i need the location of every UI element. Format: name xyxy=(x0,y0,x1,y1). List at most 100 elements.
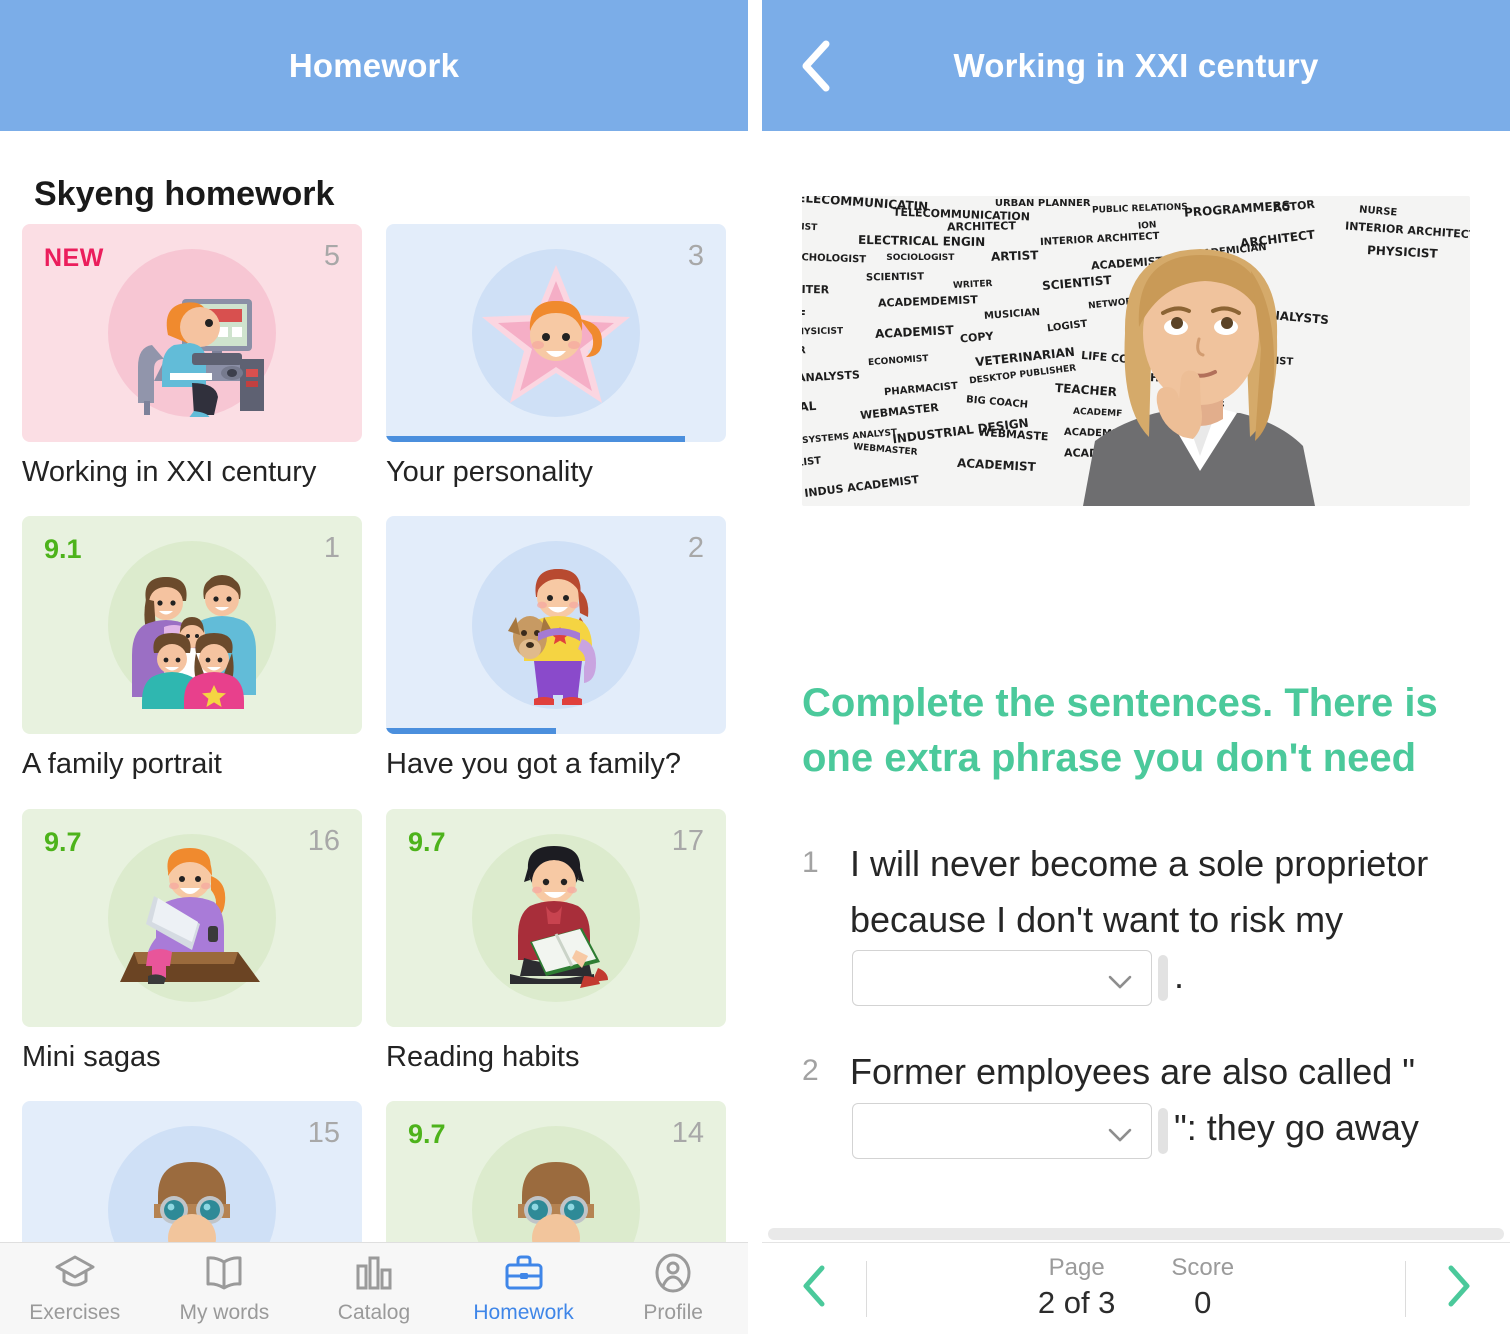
homework-card-grid: NEW 5 Working in XXI century 3 Your persona… xyxy=(0,224,748,1242)
whiteboard-word: WEBMASTER xyxy=(852,442,919,458)
score-badge: 9.7 xyxy=(408,826,446,857)
lesson-image: INDUS ACADEMISTVETERSCERSCOPY WRITERSACA… xyxy=(802,196,1470,506)
whiteboard-word: ANALYSTS xyxy=(802,368,861,386)
question-list: 1 I will never become a sole proprietor b… xyxy=(802,836,1470,1159)
homework-card-illustration xyxy=(472,249,640,417)
card-progress-bar xyxy=(386,436,726,442)
question-number: 2 xyxy=(802,1054,819,1088)
whiteboard-word: NURSE xyxy=(1358,204,1398,219)
whiteboard-word: PHYSICIST xyxy=(1366,243,1439,261)
tab-label: Homework xyxy=(473,1301,574,1324)
card-index-label: 1 xyxy=(323,532,340,565)
page-label: Page xyxy=(1048,1254,1105,1282)
whiteboard-word: WRITER xyxy=(952,279,993,292)
score-value: 0 xyxy=(1194,1285,1212,1321)
whiteboard-word: ACADEMDEMIST xyxy=(877,293,978,310)
whiteboard-word: ACADEMIST xyxy=(874,322,955,341)
homework-card-title: A family portrait xyxy=(22,748,222,781)
homework-card-thumb[interactable]: 2 xyxy=(386,516,726,735)
page-value: 2 of 3 xyxy=(1037,1285,1116,1321)
horizontal-scrollbar[interactable] xyxy=(768,1228,1504,1240)
tab-homework[interactable]: Homework xyxy=(449,1252,599,1325)
whiteboard-word: ECONOMIST xyxy=(868,354,930,369)
footer-stats: Page 2 of 3 Score 0 xyxy=(867,1253,1405,1323)
question-text-before: I will never become a sole proprietor be… xyxy=(850,843,1429,941)
score-badge: 9.1 xyxy=(44,534,82,565)
card-progress-fill xyxy=(386,436,686,442)
homework-card-thumb[interactable]: NEW 5 xyxy=(22,224,362,442)
tab-label: My words xyxy=(179,1301,270,1324)
page-title: Skyeng homework xyxy=(34,175,335,213)
whiteboard-word: BIG COACH xyxy=(965,394,1029,411)
answer-dropdown[interactable] xyxy=(852,1102,1152,1159)
homework-card-illustration xyxy=(108,1126,276,1242)
homework-card[interactable]: NEW 5 Working in XXI century xyxy=(22,224,362,489)
right-app-bar-title: Working in XXI century xyxy=(953,46,1319,84)
chevron-left-icon xyxy=(798,38,832,94)
next-page-button[interactable] xyxy=(1406,1263,1510,1314)
homework-card-thumb[interactable]: 15 xyxy=(22,1101,362,1242)
tab-profile[interactable]: Profile xyxy=(598,1252,748,1325)
whiteboard-word: PHARMACIST xyxy=(883,380,959,399)
card-index-label: 5 xyxy=(323,240,340,272)
homework-card[interactable]: 9.1 1 A family portrait xyxy=(22,516,362,781)
whiteboard-word: SCIENTIST xyxy=(865,271,925,284)
homework-card[interactable]: 3 Your personality xyxy=(386,224,726,489)
homework-card-thumb[interactable]: 9.1 1 xyxy=(22,516,362,735)
left-app-bar: Homework xyxy=(0,0,748,131)
prev-page-button[interactable] xyxy=(762,1263,866,1314)
whiteboard-word: ARTIST xyxy=(990,247,1039,264)
tab-exercises[interactable]: Exercises xyxy=(0,1252,150,1325)
question-text-before: Former employees are also called " xyxy=(850,1051,1416,1093)
whiteboard-word: MEDICAL xyxy=(802,398,817,417)
whiteboard-word: PHYSICIST xyxy=(802,326,843,338)
whiteboard-word: CHEF xyxy=(802,308,806,322)
left-app-bar-title: Homework xyxy=(288,46,460,84)
person-circle-icon xyxy=(652,1252,694,1294)
question-body: I will never become a sole proprietor be… xyxy=(850,836,1470,1007)
chevron-down-icon xyxy=(1107,1103,1133,1159)
homework-card[interactable]: 2 Have you got a family? xyxy=(386,516,726,781)
card-index-label: 15 xyxy=(307,1117,340,1150)
score-badge: 9.7 xyxy=(408,1119,446,1150)
whiteboard-word: WRITER xyxy=(802,282,830,297)
tab-label: Profile xyxy=(643,1301,703,1324)
whiteboard-word: PROGRAMMERS xyxy=(1183,198,1292,220)
whiteboard-word: INDUSTRIAL DESIGN xyxy=(891,415,1030,447)
homework-card-illustration xyxy=(108,541,276,710)
homework-card[interactable]: 9.7 17 Reading habits xyxy=(386,808,726,1074)
chevron-left-icon xyxy=(800,1263,828,1314)
back-button[interactable] xyxy=(788,36,842,96)
question-row: 1 I will never become a sole proprietor b… xyxy=(802,836,1470,1007)
whiteboard-word: COPY xyxy=(959,329,995,346)
homework-card[interactable]: 9.7 16 Mini sagas xyxy=(22,808,362,1074)
score-badge: 9.7 xyxy=(44,826,82,857)
tab-catalog[interactable]: Catalog xyxy=(299,1252,449,1325)
homework-cards-scroll[interactable]: NEW 5 Working in XXI century 3 Your persona… xyxy=(0,224,748,1242)
homework-card[interactable]: 9.7 14 xyxy=(386,1101,726,1242)
homework-card-thumb[interactable]: 9.7 16 xyxy=(22,808,362,1027)
homework-card-illustration xyxy=(472,541,640,710)
tab-label: Exercises xyxy=(29,1301,121,1324)
homework-card-thumb[interactable]: 9.7 14 xyxy=(386,1101,726,1242)
homework-card-thumb[interactable]: 3 xyxy=(386,224,726,442)
score-label: Score xyxy=(1171,1254,1235,1282)
whiteboard-word: MUSICIAN xyxy=(983,307,1041,322)
text-caret xyxy=(1158,1107,1168,1154)
card-index-label: 2 xyxy=(687,532,704,565)
whiteboard-word: ION xyxy=(1137,220,1157,232)
homework-card[interactable]: 15 xyxy=(22,1101,362,1242)
answer-dropdown[interactable] xyxy=(852,950,1152,1007)
card-index-label: 3 xyxy=(687,240,704,272)
card-index-label: 16 xyxy=(307,824,340,857)
homework-card-illustration xyxy=(108,249,276,417)
tab-my-words[interactable]: My words xyxy=(150,1252,300,1325)
whiteboard-word: URBAN PLANNER xyxy=(994,197,1091,209)
card-index-label: 14 xyxy=(671,1117,704,1150)
homework-card-title: Your personality xyxy=(386,456,593,488)
homework-card-illustration xyxy=(472,1126,640,1242)
homework-card-thumb[interactable]: 9.7 17 xyxy=(386,808,726,1027)
whiteboard-word: WEBMASTER xyxy=(859,401,940,423)
bottom-tab-bar: Exercises My words Catalog Homework Profile xyxy=(0,1242,748,1334)
homework-card-title: Reading habits xyxy=(386,1040,580,1073)
